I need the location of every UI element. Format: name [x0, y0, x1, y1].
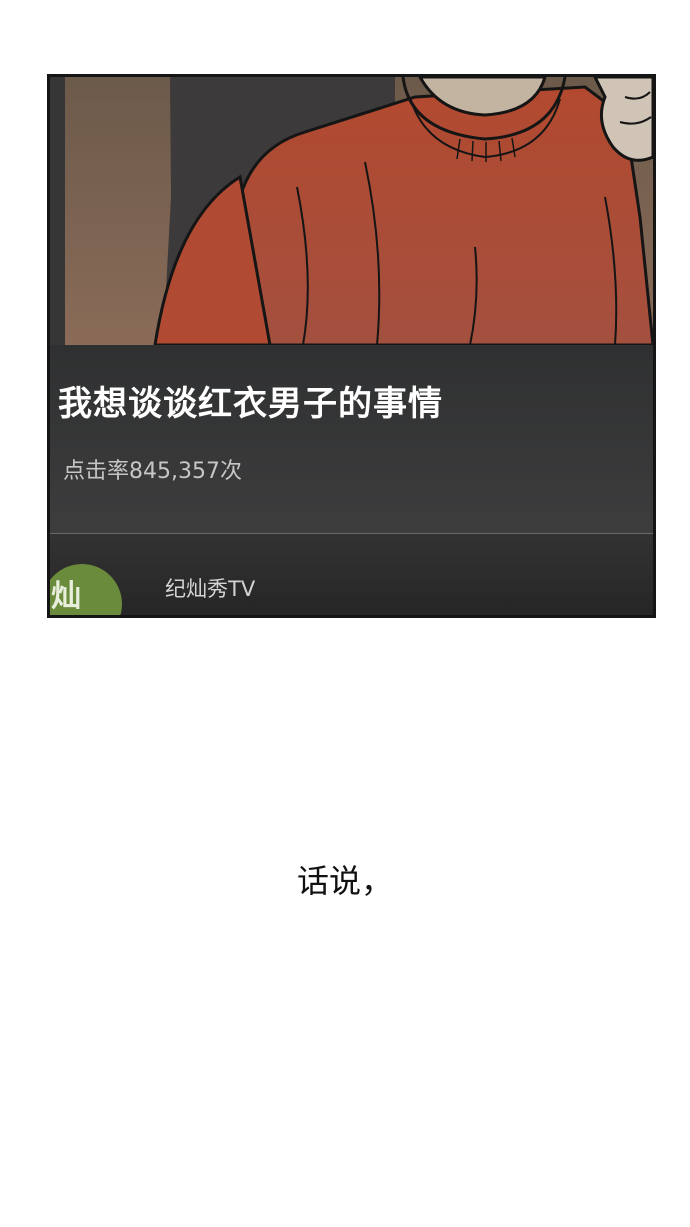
channel-name[interactable]: 纪灿秀TV [165, 574, 255, 604]
video-thumbnail[interactable] [65, 77, 653, 345]
video-card[interactable]: 我想谈谈红衣男子的事情 点击率845,357次 灿 纪灿秀TV [47, 74, 656, 618]
channel-row[interactable]: 灿 纪灿秀TV [50, 534, 653, 615]
avatar-text: 灿 [51, 579, 81, 614]
card-info-background [50, 345, 653, 535]
caption-text: 话说， [296, 862, 393, 900]
video-title[interactable]: 我想谈谈红衣男子的事情 [58, 379, 648, 429]
view-count: 点击率845,357次 [63, 459, 242, 484]
channel-avatar[interactable]: 灿 [50, 564, 122, 615]
thumbnail-illustration [153, 77, 653, 345]
